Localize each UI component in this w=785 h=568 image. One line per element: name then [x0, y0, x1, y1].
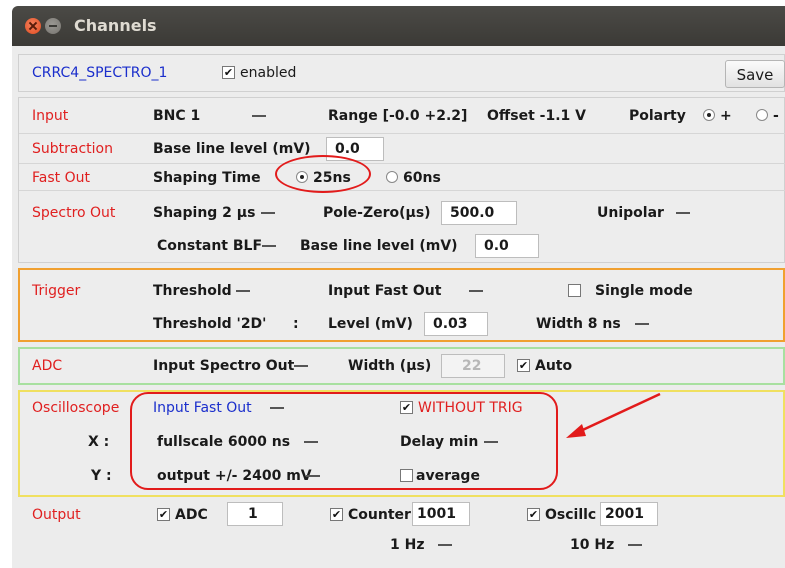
radio-icon[interactable] — [703, 109, 715, 121]
output-oscillo-field[interactable]: 2001 — [600, 502, 658, 526]
oscillo-rate-select[interactable]: 10 Hz — [570, 537, 643, 553]
adc-width-label: Width (μs) — [348, 358, 432, 374]
enabled-label: enabled — [240, 65, 297, 81]
average-checkbox[interactable]: average — [400, 468, 480, 484]
constant-blf-select[interactable]: Constant BLF — [157, 238, 277, 254]
auto-checkbox[interactable]: Auto — [517, 358, 572, 374]
shaping-60ns-radio[interactable]: 60ns — [386, 170, 441, 186]
dropdown-icon[interactable] — [235, 290, 250, 292]
output-label: Output — [32, 507, 81, 523]
checkbox-icon[interactable] — [517, 358, 530, 372]
output-counter-checkbox[interactable]: Counter — [330, 507, 411, 523]
dropdown-icon[interactable] — [675, 212, 690, 214]
checkbox-icon[interactable] — [222, 65, 235, 79]
trigger-width-select[interactable]: Width 8 ns — [536, 316, 649, 332]
osc-x-label: X : — [88, 434, 110, 450]
pole-zero-field[interactable]: 500.0 — [441, 201, 517, 225]
dropdown-icon[interactable] — [252, 115, 267, 117]
osc-y-label: Y : — [91, 468, 112, 484]
adc-width-field[interactable]: 22 — [441, 354, 505, 378]
channel-name: CRRC4_SPECTRO_1 — [32, 65, 168, 81]
dropdown-icon[interactable] — [634, 323, 649, 325]
dropdown-icon[interactable] — [628, 544, 643, 546]
shaping-25ns-radio[interactable]: 25ns — [296, 170, 351, 186]
dropdown-icon[interactable] — [294, 365, 309, 367]
osc-y-select[interactable]: output +/- 2400 mV — [157, 468, 320, 484]
dropdown-icon[interactable] — [469, 290, 484, 292]
output-oscillo-checkbox[interactable]: Oscillc — [527, 507, 596, 523]
polarity-minus-radio[interactable]: - — [756, 108, 779, 124]
checkbox-icon[interactable] — [568, 283, 581, 297]
level-field[interactable]: 0.03 — [424, 312, 488, 336]
spectro-baseline-field[interactable]: 0.0 — [475, 234, 539, 258]
osc-input-select[interactable]: Input Fast Out — [153, 400, 284, 416]
counter-rate-select[interactable]: 1 Hz — [390, 537, 453, 553]
window-titlebar[interactable]: Channels — [12, 6, 785, 46]
checkbox-icon[interactable] — [400, 400, 413, 414]
input-label: Input — [32, 108, 69, 124]
window-title: Channels — [74, 16, 157, 35]
subtraction-label: Subtraction — [32, 141, 113, 157]
adc-label: ADC — [32, 358, 63, 374]
unipolar-select[interactable]: Unipolar — [597, 205, 690, 221]
radio-icon[interactable] — [756, 109, 768, 121]
oscilloscope-label: Oscilloscope — [32, 400, 120, 416]
dropdown-icon[interactable] — [269, 407, 284, 409]
enabled-checkbox[interactable]: enabled — [222, 65, 296, 81]
delay-select[interactable]: Delay min — [400, 434, 499, 450]
checkbox-icon[interactable] — [330, 507, 343, 521]
threshold-2d-label: Threshold '2D' — [153, 316, 267, 332]
polarity-label: Polarty — [629, 108, 686, 124]
divider — [19, 190, 785, 191]
output-counter-field[interactable]: 1001 — [412, 502, 470, 526]
subtraction-baseline-label: Base line level (mV) — [153, 141, 311, 157]
input-source-select[interactable]: BNC 1 — [153, 108, 267, 124]
output-adc-field[interactable]: 1 — [227, 502, 283, 526]
osc-x-select[interactable]: fullscale 6000 ns — [157, 434, 319, 450]
single-mode-checkbox[interactable]: Single mode — [568, 283, 693, 299]
pole-zero-label: Pole-Zero(μs) — [323, 205, 431, 221]
polarity-plus-radio[interactable]: + — [703, 108, 732, 124]
dropdown-icon[interactable] — [305, 475, 320, 477]
dropdown-icon[interactable] — [304, 441, 319, 443]
dropdown-icon[interactable] — [438, 544, 453, 546]
fast-out-shaping-label: Shaping Time — [153, 170, 261, 186]
trigger-label: Trigger — [32, 283, 81, 299]
adc-input-select[interactable]: Input Spectro Out — [153, 358, 309, 374]
threshold-select[interactable]: Threshold — [153, 283, 250, 299]
input-range: Range [-0.0 +2.2] — [328, 108, 468, 124]
spectro-baseline-label: Base line level (mV) — [300, 238, 458, 254]
radio-icon[interactable] — [296, 171, 308, 183]
minimize-icon[interactable] — [45, 18, 61, 34]
checkbox-icon[interactable] — [400, 468, 413, 482]
without-trig-checkbox[interactable]: WITHOUT TRIG — [400, 400, 523, 416]
annotation-arrow-icon — [566, 392, 661, 438]
checkbox-icon[interactable] — [157, 507, 170, 521]
level-label: Level (mV) — [328, 316, 413, 332]
divider — [19, 163, 785, 164]
threshold-colon: : — [293, 316, 299, 332]
dropdown-icon[interactable] — [262, 245, 277, 247]
subtraction-baseline-field[interactable]: 0.0 — [326, 137, 384, 161]
dropdown-icon[interactable] — [261, 212, 276, 214]
dropdown-icon[interactable] — [484, 441, 499, 443]
checkbox-icon[interactable] — [527, 507, 540, 521]
close-icon[interactable] — [25, 18, 41, 34]
spectro-shaping-select[interactable]: Shaping 2 μs — [153, 205, 276, 221]
input-offset: Offset -1.1 V — [487, 108, 586, 124]
radio-icon[interactable] — [386, 171, 398, 183]
spectro-out-label: Spectro Out — [32, 205, 116, 221]
save-button[interactable]: Save — [725, 60, 785, 88]
output-adc-checkbox[interactable]: ADC — [157, 507, 208, 523]
divider — [19, 133, 785, 134]
trigger-input-select[interactable]: Input Fast Out — [328, 283, 484, 299]
fast-out-label: Fast Out — [32, 170, 90, 186]
